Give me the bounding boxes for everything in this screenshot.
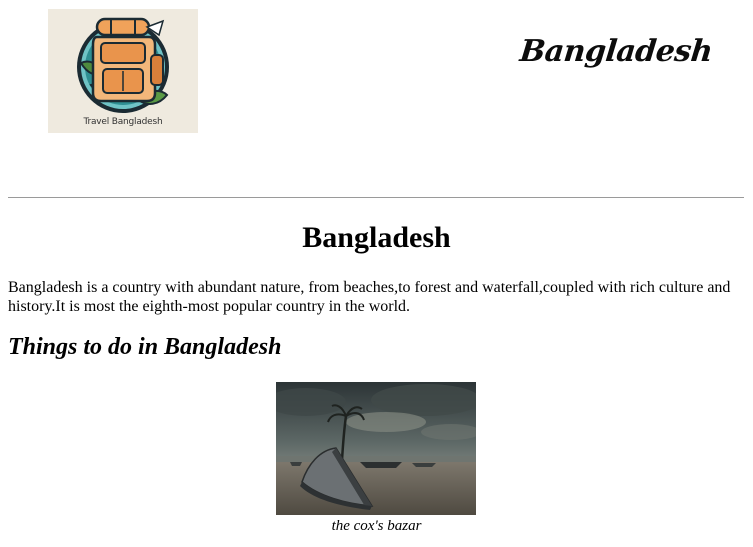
intro-paragraph: Bangladesh is a country with abundant na… [8, 279, 731, 315]
beach-photo [276, 382, 476, 515]
page-title: Bangladesh [302, 221, 451, 254]
brand-title: Bangladesh [518, 34, 715, 69]
page: Travel Bangladesh Bangladesh Bangladesh … [0, 0, 753, 547]
photo-caption: the cox's bazar [331, 518, 422, 534]
section-heading: Things to do in Bangladesh [8, 334, 282, 360]
header-divider [8, 197, 744, 198]
beach-boat-photo-icon [276, 382, 476, 515]
logo-caption: Travel Bangladesh [83, 117, 163, 127]
site-logo[interactable]: Travel Bangladesh [48, 9, 198, 133]
backpack-logo-icon [77, 17, 169, 113]
